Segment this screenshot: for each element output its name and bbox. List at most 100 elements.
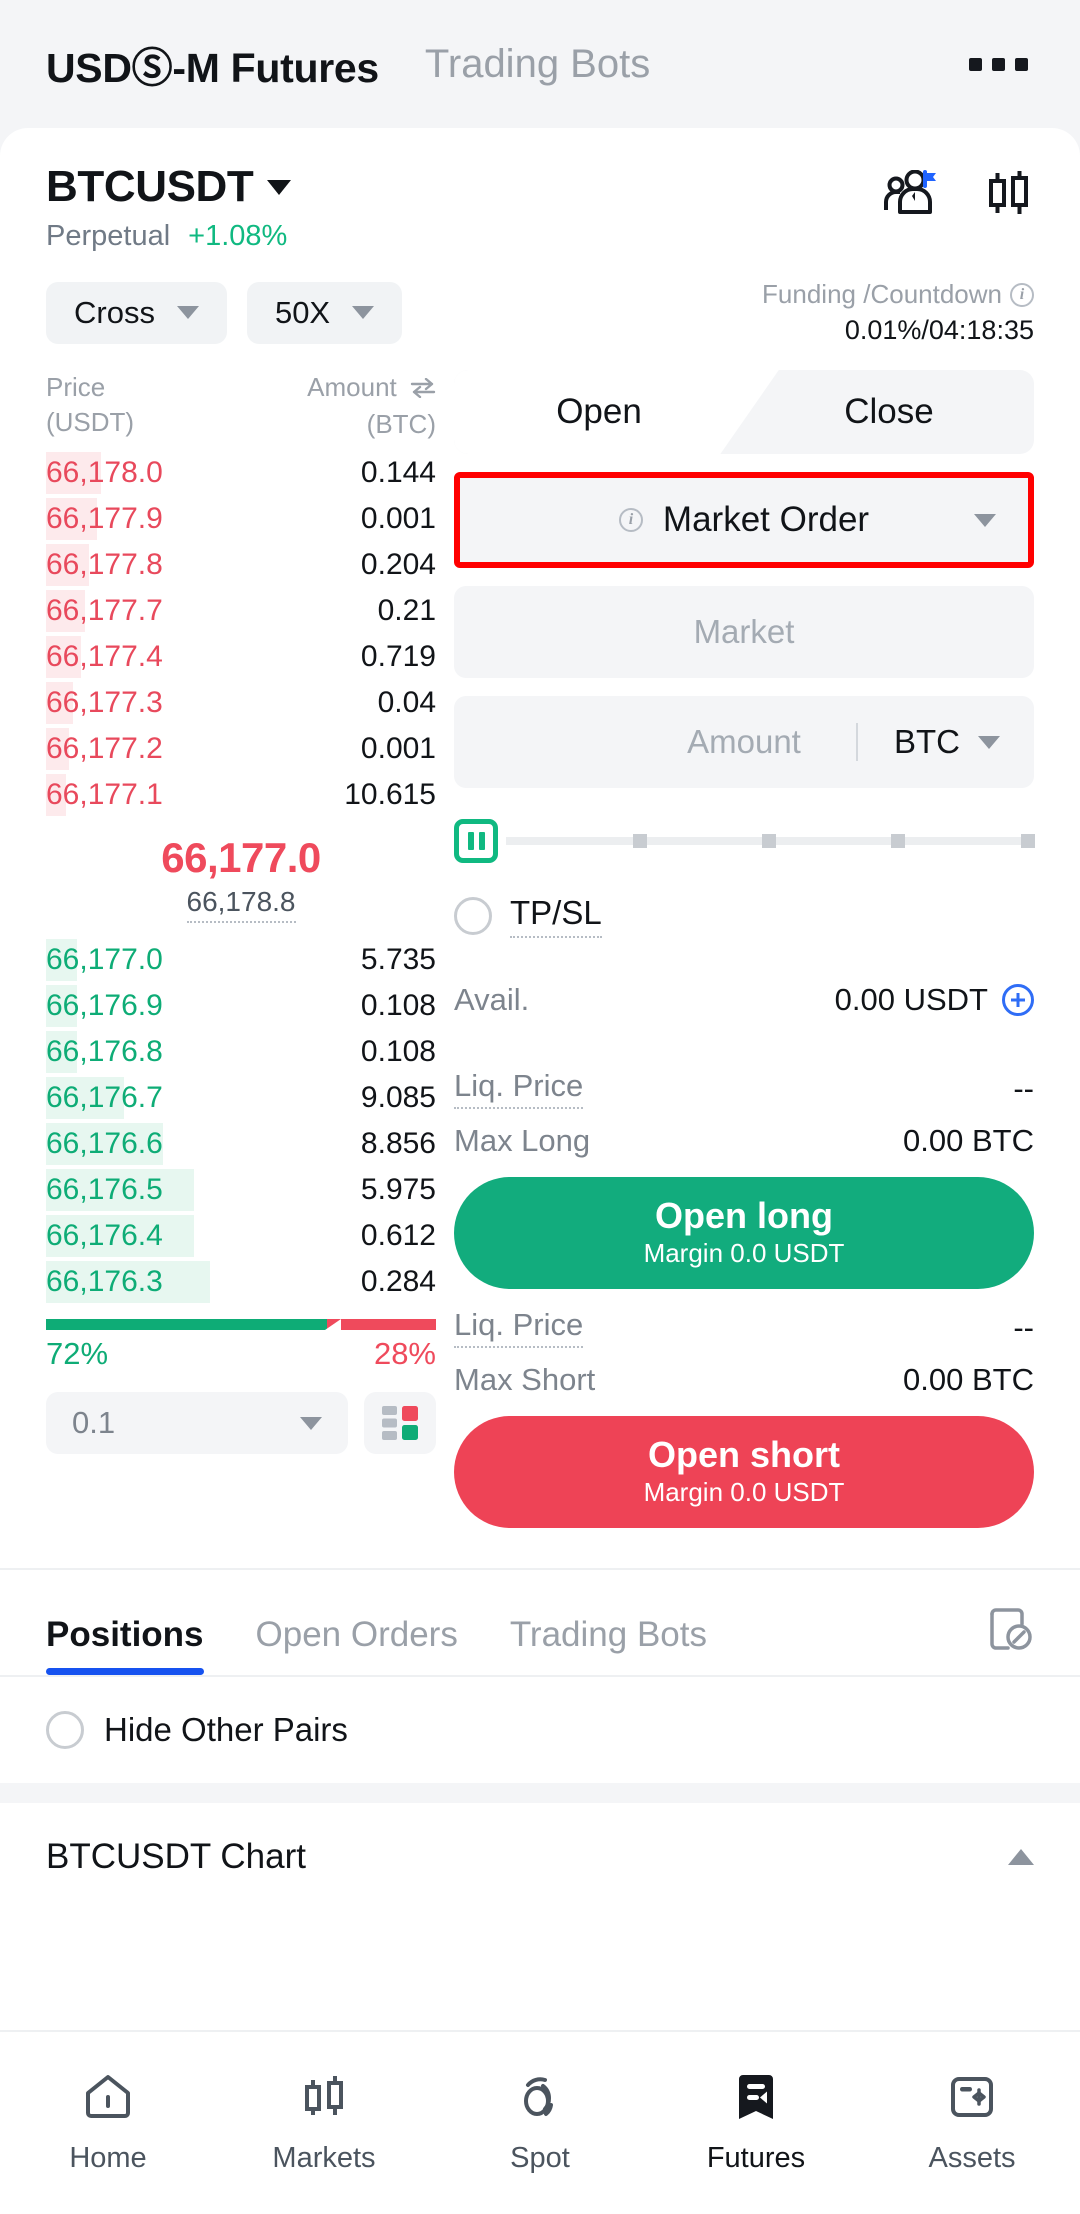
caret-up-icon[interactable] — [1008, 1849, 1034, 1865]
order-book-row[interactable]: 66,176.9 0.108 — [46, 983, 436, 1029]
order-book-price-column: Price (USDT) — [46, 370, 134, 442]
order-type-highlight: i Market Order — [454, 472, 1034, 568]
bottom-navigation: Home Markets Spot Futures Assets — [0, 2030, 1080, 2214]
order-book-row[interactable]: 66,177.4 0.719 — [46, 634, 436, 680]
order-book-row[interactable]: 66,176.4 0.612 — [46, 1213, 436, 1259]
tab-trading-bots-lower[interactable]: Trading Bots — [510, 1615, 707, 1675]
slider-handle[interactable] — [454, 819, 498, 863]
tick-size-selector[interactable]: 0.1 — [46, 1392, 348, 1455]
order-book-asks: 66,178.0 0.144 66,177.9 0.001 66,177.8 0.204 6… — [46, 450, 436, 818]
chart-section-header[interactable]: BTCUSDT Chart — [0, 1803, 1080, 1911]
short-liq-label[interactable]: Liq. Price — [454, 1307, 584, 1348]
order-book-row[interactable]: 66,176.3 0.284 — [46, 1259, 436, 1305]
hide-other-pairs-radio[interactable] — [46, 1711, 84, 1749]
funding-countdown[interactable]: Funding /Countdown i 0.01%/04:18:35 — [762, 279, 1034, 346]
hide-other-pairs-row[interactable]: Hide Other Pairs — [0, 1677, 1080, 1783]
available-value-group: 0.00 USDT — [835, 982, 1034, 1018]
tpsl-radio[interactable] — [454, 897, 492, 935]
order-book-row[interactable]: 66,177.3 0.04 — [46, 680, 436, 726]
order-book-amount: 0.001 — [360, 732, 436, 766]
order-book-row[interactable]: 66,176.5 5.975 — [46, 1167, 436, 1213]
order-book-row[interactable]: 66,177.1 10.615 — [46, 772, 436, 818]
long-liq-label[interactable]: Liq. Price — [454, 1068, 584, 1109]
tab-trading-bots[interactable]: Trading Bots — [425, 42, 650, 87]
assets-wallet-icon — [946, 2071, 998, 2128]
slider-tick — [762, 834, 777, 848]
nav-item-home[interactable]: Home — [0, 2071, 216, 2175]
open-short-button[interactable]: Open short Margin 0.0 USDT — [454, 1416, 1034, 1528]
order-book-header: Price (USDT) Amount (BTC) — [46, 370, 436, 450]
order-book-mid: 66,177.0 66,178.8 — [46, 818, 436, 937]
order-book-amount: 0.21 — [377, 594, 436, 628]
order-book-row[interactable]: 66,176.6 8.856 — [46, 1121, 436, 1167]
order-book-amount: 0.612 — [360, 1219, 436, 1253]
order-type-label: Market Order — [662, 500, 870, 539]
order-book-row[interactable]: 66,176.8 0.108 — [46, 1029, 436, 1075]
ratio-values: 72% 28% — [46, 1336, 436, 1372]
open-long-margin: Margin 0.0 USDT — [644, 1238, 845, 1269]
nav-item-futures[interactable]: Futures — [648, 2071, 864, 2175]
tab-close[interactable]: Close — [744, 370, 1034, 454]
funding-value: 0.01%/04:18:35 — [844, 315, 1034, 345]
amount-slider[interactable] — [454, 818, 1035, 864]
chevron-down-icon — [176, 306, 199, 319]
tpsl-toggle[interactable]: TP/SL — [454, 894, 1034, 938]
nav-item-spot[interactable]: Spot — [432, 2071, 648, 2175]
order-book-row[interactable]: 66,178.0 0.144 — [46, 450, 436, 496]
leverage-selector[interactable]: 50X — [246, 281, 403, 344]
hide-other-pairs-label: Hide Other Pairs — [104, 1711, 348, 1748]
tab-open[interactable]: Open — [454, 370, 744, 454]
order-book-amount: 0.108 — [360, 989, 436, 1023]
top-bar: USDⓈ-M Futures Trading Bots — [0, 0, 1080, 128]
order-book-row[interactable]: 66,177.0 5.735 — [46, 937, 436, 983]
symbol-name: BTCUSDT — [46, 162, 254, 211]
slider-track[interactable] — [506, 834, 1035, 848]
long-summary: Liq. Price -- Max Long 0.00 BTC — [454, 1068, 1034, 1159]
order-book-row[interactable]: 66,177.2 0.001 — [46, 726, 436, 772]
order-book-price: 66,177.8 — [46, 548, 163, 582]
tab-positions[interactable]: Positions — [46, 1615, 204, 1675]
symbol-selector[interactable]: BTCUSDT — [46, 162, 882, 212]
swap-icon[interactable] — [410, 372, 436, 407]
order-book-price: 66,177.0 — [46, 943, 163, 977]
order-history-icon[interactable] — [986, 1606, 1034, 1675]
order-book-row[interactable]: 66,177.8 0.204 — [46, 542, 436, 588]
orderbook-layout-icon[interactable] — [364, 1392, 436, 1455]
amount-unit-selector[interactable]: BTC — [894, 723, 1000, 761]
margin-mode-selector[interactable]: Cross — [46, 281, 227, 344]
tick-size-value: 0.1 — [72, 1405, 116, 1441]
chart-section-label: BTCUSDT Chart — [46, 1837, 306, 1876]
mark-price[interactable]: 66,178.8 — [186, 886, 296, 924]
nav-item-markets[interactable]: Markets — [216, 2071, 432, 2175]
short-liq-row: Liq. Price -- — [454, 1307, 1034, 1348]
info-circle-icon[interactable]: i — [1010, 282, 1034, 307]
price-input[interactable]: Market — [454, 586, 1034, 678]
tab-open-orders[interactable]: Open Orders — [256, 1615, 458, 1675]
copy-trading-icon[interactable] — [882, 169, 938, 221]
col-amount-label: Amount — [307, 372, 397, 402]
info-circle-icon[interactable]: i — [618, 508, 643, 532]
order-book-row[interactable]: 66,177.9 0.001 — [46, 496, 436, 542]
trade-controls: Cross 50X Funding /Countdown i 0.01%/04:… — [0, 253, 1080, 346]
page-title[interactable]: USDⓈ-M Futures — [46, 34, 379, 94]
order-book-row[interactable]: 66,177.7 0.21 — [46, 588, 436, 634]
order-book-amount-column[interactable]: Amount (BTC) — [307, 370, 436, 442]
amount-input[interactable]: Amount BTC — [454, 696, 1034, 788]
symbol-actions — [882, 162, 1034, 223]
chevron-down-icon — [352, 306, 375, 319]
order-book-row[interactable]: 66,176.7 9.085 — [46, 1075, 436, 1121]
symbol-subtitle: Perpetual +1.08% — [46, 220, 882, 253]
candlestick-chart-icon[interactable] — [984, 168, 1034, 223]
open-long-button[interactable]: Open long Margin 0.0 USDT — [454, 1177, 1034, 1289]
home-icon — [80, 2071, 136, 2128]
max-short-label: Max Short — [454, 1362, 596, 1397]
nav-item-assets[interactable]: Assets — [864, 2071, 1080, 2175]
page-title-prefix: USD — [46, 45, 132, 91]
plus-circle-icon[interactable] — [1002, 984, 1034, 1016]
more-horizontal-icon[interactable] — [963, 38, 1034, 91]
order-type-selector[interactable]: i Market Order — [460, 478, 1028, 562]
funding-label-row: Funding /Countdown i — [762, 279, 1034, 310]
order-book-price: 66,177.1 — [46, 778, 163, 812]
order-book-amount: 9.085 — [360, 1081, 436, 1115]
order-book-price: 66,177.4 — [46, 640, 163, 674]
